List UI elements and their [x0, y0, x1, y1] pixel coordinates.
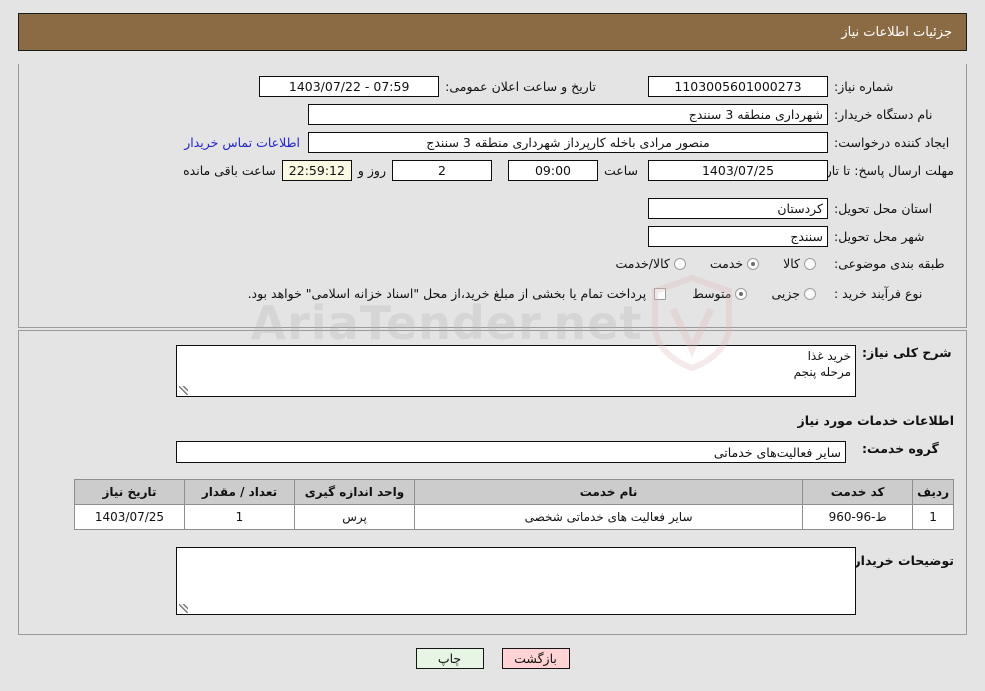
- service-group-row: گروه خدمت:: [862, 441, 954, 456]
- remaining-days-value: 2: [391, 160, 492, 181]
- services-table: ردیف کد خدمت نام خدمت واحد اندازه گیری ت…: [74, 479, 954, 530]
- city-row: شهر محل تحویل: سنندج: [648, 226, 954, 247]
- table-row: 1 ط-96-960 سایر فعالیت های خدماتی شخصی پ…: [74, 504, 954, 530]
- process-option-motevaset-label: متوسط: [692, 286, 732, 301]
- cell-need-date: 1403/07/25: [74, 504, 185, 530]
- category-label: طبقه بندی موضوعی:: [834, 256, 945, 271]
- services-section-title: اطلاعات خدمات مورد نیاز: [797, 413, 955, 428]
- buyer-contact-link[interactable]: اطلاعات تماس خریدار: [184, 135, 300, 150]
- need-number-row: شماره نیاز: 1103005601000273: [648, 76, 954, 97]
- cell-unit: پرس: [294, 504, 415, 530]
- radio-kala-icon[interactable]: [804, 257, 816, 270]
- buyer-org-row: نام دستگاه خریدار: شهرداری منطقه 3 سنندج: [308, 104, 954, 125]
- category-option-kala-khedmat[interactable]: کالا/خدمت: [615, 256, 686, 271]
- countdown-value: 22:59:12: [281, 160, 352, 181]
- creator-label: ایجاد کننده درخواست:: [834, 135, 950, 150]
- service-group-value: سایر فعالیت‌های خدماتی: [176, 441, 846, 463]
- countdown-suffix: ساعت باقی مانده: [183, 163, 276, 178]
- radio-kala-khedmat-icon[interactable]: [673, 257, 686, 270]
- deadline-time-value: 09:00: [507, 160, 598, 181]
- col-quantity: تعداد / مقدار: [184, 479, 295, 505]
- treasury-checkbox[interactable]: [654, 287, 667, 300]
- need-number-value: 1103005601000273: [648, 76, 828, 97]
- category-option-kala-khedmat-label: کالا/خدمت: [615, 256, 670, 271]
- cell-quantity: 1: [184, 504, 295, 530]
- need-number-label: شماره نیاز:: [834, 79, 894, 94]
- buyer-notes-textarea[interactable]: [176, 547, 856, 615]
- buyer-org-value: شهرداری منطقه 3 سنندج: [308, 104, 828, 125]
- need-details-page: جزئیات اطلاعات نیاز شماره نیاز: 11030056…: [0, 0, 985, 691]
- col-name: نام خدمت: [413, 479, 804, 505]
- buyer-notes-label: توضیحات خریدار:: [848, 553, 954, 568]
- radio-jozii-icon[interactable]: [804, 287, 816, 300]
- process-option-jozii-label: جزیی: [771, 286, 800, 301]
- service-group-label: گروه خدمت:: [862, 441, 939, 456]
- process-option-jozii[interactable]: جزیی: [771, 286, 816, 301]
- category-option-khedmat-label: خدمت: [709, 256, 744, 271]
- buyer-org-label: نام دستگاه خریدار:: [834, 107, 933, 122]
- remaining-days-suffix: روز و: [357, 163, 386, 178]
- page-header: جزئیات اطلاعات نیاز: [18, 13, 967, 51]
- announce-datetime-value: 07:59 - 1403/07/22: [259, 76, 440, 97]
- col-radif: ردیف: [912, 479, 954, 505]
- page-title: جزئیات اطلاعات نیاز: [841, 24, 952, 40]
- deadline-row: مهلت ارسال پاسخ: تا تاریخ: 1403/07/25 سا…: [183, 160, 954, 181]
- province-value: کردستان: [648, 198, 828, 219]
- cell-name: سایر فعالیت های خدماتی شخصی: [413, 504, 804, 530]
- table-header-row: ردیف کد خدمت نام خدمت واحد اندازه گیری ت…: [74, 479, 954, 505]
- buyer-notes-row: توضیحات خریدار:: [848, 553, 954, 568]
- need-details-panel: شرح کلی نیاز: خرید غذا مرحله پنجم اطلاعا…: [18, 330, 967, 635]
- back-button[interactable]: بازگشت: [501, 648, 570, 669]
- category-option-kala-label: کالا: [783, 256, 800, 271]
- city-value: سنندج: [648, 226, 828, 247]
- announce-datetime-label: تاریخ و ساعت اعلان عمومی:: [445, 79, 596, 94]
- province-label: استان محل تحویل:: [834, 201, 933, 216]
- action-buttons: بازگشت چاپ: [0, 648, 985, 669]
- category-option-khedmat[interactable]: خدمت: [709, 256, 760, 271]
- creator-row: ایجاد کننده درخواست: منصور مرادی باخله ک…: [184, 132, 954, 153]
- description-textarea[interactable]: خرید غذا مرحله پنجم: [176, 345, 856, 397]
- process-row: نوع فرآیند خرید : جزیی متوسط پرداخت تمام…: [248, 286, 954, 301]
- category-row: طبقه بندی موضوعی: کالا خدمت کالا/خدمت: [615, 256, 954, 271]
- col-code: کد خدمت: [802, 479, 914, 505]
- deadline-date-value: 1403/07/25: [648, 160, 828, 181]
- city-label: شهر محل تحویل:: [834, 229, 925, 244]
- description-row: شرح کلی نیاز:: [862, 345, 954, 360]
- process-label: نوع فرآیند خرید :: [834, 286, 923, 301]
- announce-datetime-row: تاریخ و ساعت اعلان عمومی: 07:59 - 1403/0…: [259, 76, 596, 97]
- creator-value: منصور مرادی باخله کارپرداز شهرداری منطقه…: [308, 132, 828, 153]
- process-option-motevaset[interactable]: متوسط: [692, 286, 748, 301]
- col-need-date: تاریخ نیاز: [74, 479, 185, 505]
- cell-code: ط-96-960: [802, 504, 914, 530]
- radio-khedmat-icon[interactable]: [747, 257, 760, 270]
- need-info-panel: شماره نیاز: 1103005601000273 تاریخ و ساع…: [18, 64, 967, 328]
- description-label: شرح کلی نیاز:: [862, 345, 952, 360]
- province-row: استان محل تحویل: کردستان: [648, 198, 954, 219]
- deadline-time-label: ساعت: [603, 163, 638, 178]
- deadline-label: مهلت ارسال پاسخ: تا تاریخ:: [809, 163, 954, 178]
- cell-radif: 1: [912, 504, 954, 530]
- print-button[interactable]: چاپ: [415, 648, 484, 669]
- treasury-note: پرداخت تمام یا بخشی از مبلغ خرید،از محل …: [247, 286, 647, 301]
- category-option-kala[interactable]: کالا: [783, 256, 816, 271]
- col-unit: واحد اندازه گیری: [294, 479, 415, 505]
- radio-motevaset-icon[interactable]: [735, 287, 748, 300]
